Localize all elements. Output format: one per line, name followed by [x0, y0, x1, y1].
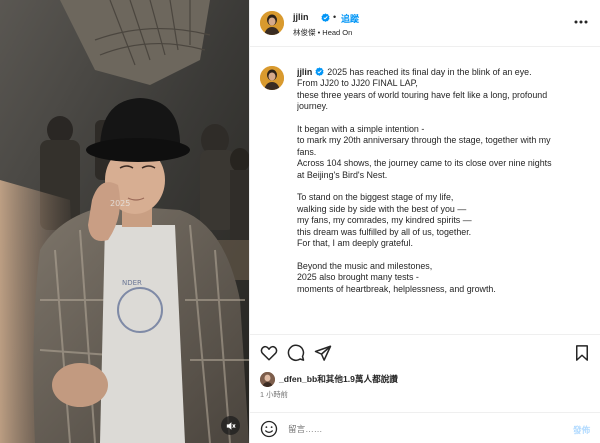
comment-input[interactable]: [288, 421, 548, 437]
verified-badge-icon: [321, 13, 330, 22]
post-timestamp[interactable]: 1 小時前: [260, 390, 288, 400]
likes-text: _dfen_bb和其他1.9萬人都說讚: [279, 374, 398, 384]
caption-paragraph: To stand on the biggest stage of my life…: [297, 192, 597, 249]
caption-paragraph: It began with a simple intention - to ma…: [297, 124, 597, 181]
caption-author-avatar[interactable]: [260, 66, 284, 90]
post-header: jjlin • 追蹤 林俊傑 • Head On: [250, 0, 600, 47]
caption-line: fans.: [297, 146, 317, 157]
caption-line: For that, I am deeply grateful.: [297, 238, 413, 249]
emoji-icon[interactable]: [260, 420, 278, 438]
svg-text:NDER: NDER: [122, 279, 142, 287]
verified-badge-icon: [315, 67, 324, 76]
follow-button[interactable]: 追蹤: [341, 12, 359, 25]
caption-line: walking side by side with the best of yo…: [297, 203, 467, 214]
caption-line: at Beijing's Bird's Nest.: [297, 169, 388, 180]
post-comment-button[interactable]: 發佈: [573, 424, 590, 436]
caption-line: Beyond the music and milestones,: [297, 260, 433, 271]
caption-line: to mark my 20th anniversary through the …: [297, 135, 551, 146]
caption-line: From JJ20 to JJ20 FINAL LAP,: [297, 78, 418, 89]
comment-icon[interactable]: [287, 344, 305, 362]
post-media[interactable]: NDER 2025: [0, 0, 249, 443]
heart-icon[interactable]: [260, 344, 278, 362]
likes-summary[interactable]: _dfen_bb和其他1.9萬人都說讚: [260, 371, 398, 387]
author-username[interactable]: jjlin: [293, 12, 309, 22]
author-avatar[interactable]: [260, 11, 284, 35]
post-caption: jjlin 2025 has reached its final day in t…: [297, 67, 597, 333]
caption-line: 2025 also brought many tests -: [297, 272, 419, 283]
caption-line: this dream was fulfilled by all of us, t…: [297, 226, 472, 237]
more-options-icon[interactable]: [574, 18, 588, 26]
comment-bar: 發佈: [250, 412, 600, 443]
media-watermark: 2025: [110, 199, 130, 208]
bookmark-icon[interactable]: [573, 344, 591, 362]
mute-icon: [226, 421, 236, 430]
caption-line: Across 104 shows, the journey came to it…: [297, 158, 552, 169]
caption-line: It began with a simple intention -: [297, 124, 425, 135]
caption-paragraph: jjlin 2025 has reached its final day in t…: [297, 67, 597, 113]
caption-line: these three years of world touring have …: [297, 89, 548, 100]
mute-button[interactable]: [221, 416, 240, 435]
caption-line: moments of heartbreak, helplessness, and…: [297, 283, 496, 294]
caption-text: 2025 has reached its final day in the bl…: [327, 67, 532, 77]
caption-line: To stand on the biggest stage of my life…: [297, 192, 454, 203]
post-side-panel: jjlin • 追蹤 林俊傑 • Head On jjlin 2025 has …: [249, 0, 600, 443]
caption-line: my fans, my comrades, my kindred spirits…: [297, 215, 472, 226]
header-separator: •: [333, 12, 337, 22]
caption-line: jjlin 2025 has reached its final day in t…: [297, 67, 597, 78]
caption-username[interactable]: jjlin: [297, 67, 312, 77]
author-subtitle: 林俊傑 • Head On: [293, 28, 353, 37]
caption-line: journey.: [297, 101, 328, 112]
share-icon[interactable]: [314, 344, 332, 362]
caption-paragraph: Beyond the music and milestones, 2025 al…: [297, 261, 597, 295]
instagram-post: NDER 2025 jjlin • 追蹤 林俊傑 • Head On jjlin…: [0, 0, 600, 443]
post-photo: NDER 2025: [0, 0, 249, 443]
liker-avatar: [260, 371, 275, 387]
